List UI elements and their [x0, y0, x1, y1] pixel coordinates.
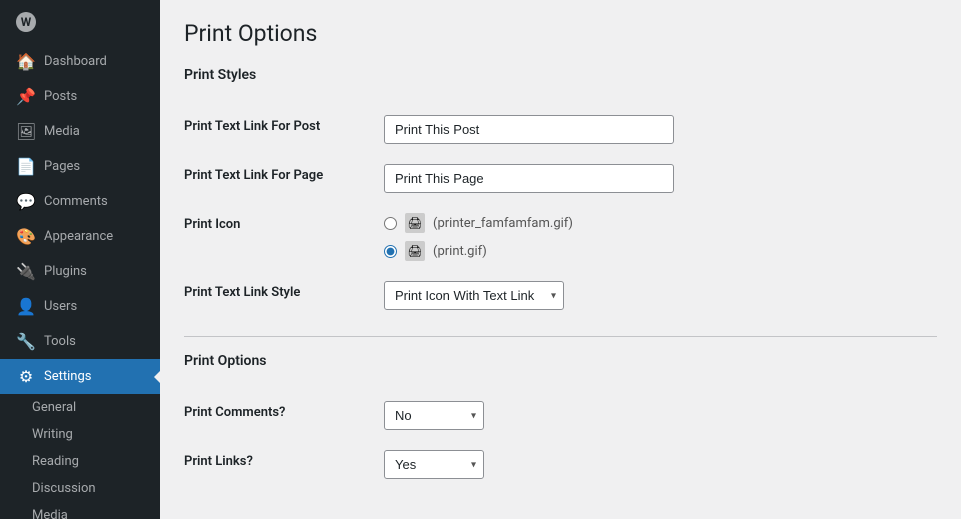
users-icon: 👤: [16, 297, 36, 316]
print-text-link-post-input[interactable]: [384, 115, 674, 144]
sidebar-item-label: Posts: [44, 89, 77, 104]
printer-famfam-icon: 🖨: [405, 213, 425, 233]
table-row: Print Comments? No Yes ▾: [184, 391, 937, 440]
print-styles-table: Print Text Link For Post Print Text Link…: [184, 105, 937, 320]
print-comments-wrapper: No Yes ▾: [384, 401, 484, 430]
print-gif-icon: 🖨: [405, 241, 425, 261]
print-icon-radio-group: 🖨 (printer_famfamfam.gif) 🖨 (print.gif): [384, 213, 937, 261]
field-label-comments: Print Comments?: [184, 391, 384, 440]
sidebar-item-pages[interactable]: 📄 Pages: [0, 149, 160, 184]
field-cell-post: [384, 105, 937, 154]
sidebar-item-tools[interactable]: 🔧 Tools: [0, 324, 160, 359]
plugins-icon: 🔌: [16, 262, 36, 281]
field-cell-style: Print Icon With Text Link Text Link Only…: [384, 271, 937, 320]
sidebar-item-plugins[interactable]: 🔌 Plugins: [0, 254, 160, 289]
print-icon-label-2: (print.gif): [433, 244, 487, 259]
sidebar-item-label: Users: [44, 299, 77, 314]
sidebar-item-users[interactable]: 👤 Users: [0, 289, 160, 324]
wp-logo: W: [0, 0, 160, 44]
sidebar-item-dashboard[interactable]: 🏠 Dashboard: [0, 44, 160, 79]
sidebar-item-settings[interactable]: ⚙ Settings: [0, 359, 160, 394]
tools-icon: 🔧: [16, 332, 36, 351]
radio-row-2: 🖨 (print.gif): [384, 241, 937, 261]
print-text-link-style-wrapper: Print Icon With Text Link Text Link Only…: [384, 281, 564, 310]
sidebar-item-label: Comments: [44, 194, 108, 209]
submenu-discussion[interactable]: Discussion: [0, 475, 160, 502]
submenu-media-sub[interactable]: Media: [0, 502, 160, 519]
print-comments-select[interactable]: No Yes: [384, 401, 484, 430]
settings-icon: ⚙: [16, 367, 36, 386]
comments-icon: 💬: [16, 192, 36, 211]
print-text-link-page-input[interactable]: [384, 164, 674, 193]
field-cell-comments: No Yes ▾: [384, 391, 937, 440]
section-print-styles-title: Print Styles: [184, 67, 937, 89]
field-label-post: Print Text Link For Post: [184, 105, 384, 154]
print-options-table: Print Comments? No Yes ▾ Print Links?: [184, 391, 937, 489]
print-links-select[interactable]: No Yes: [384, 450, 484, 479]
field-cell-icon: 🖨 (printer_famfamfam.gif) 🖨 (print.gif): [384, 203, 937, 271]
sidebar-item-appearance[interactable]: 🎨 Appearance: [0, 219, 160, 254]
dashboard-icon: 🏠: [16, 52, 36, 71]
sidebar-item-posts[interactable]: 📌 Posts: [0, 79, 160, 114]
settings-submenu: General Writing Reading Discussion Media: [0, 394, 160, 519]
table-row: Print Text Link For Page: [184, 154, 937, 203]
table-row: Print Links? No Yes ▾: [184, 440, 937, 489]
sidebar-item-label: Appearance: [44, 229, 113, 244]
page-title: Print Options: [184, 20, 937, 47]
table-row: Print Icon 🖨 (printer_famfamfam.gif) 🖨 (…: [184, 203, 937, 271]
print-icon-label-1: (printer_famfamfam.gif): [433, 216, 573, 231]
sidebar-item-label: Settings: [44, 369, 91, 384]
radio-row-1: 🖨 (printer_famfamfam.gif): [384, 213, 937, 233]
field-label-links: Print Links?: [184, 440, 384, 489]
wp-logo-icon: W: [16, 12, 36, 32]
sidebar: W 🏠 Dashboard 📌 Posts 🖼 Media 📄 Pages 💬 …: [0, 0, 160, 519]
field-cell-page: [384, 154, 937, 203]
print-text-link-style-select[interactable]: Print Icon With Text Link Text Link Only…: [384, 281, 564, 310]
section-print-options-title: Print Options: [184, 353, 937, 375]
sidebar-item-label: Pages: [44, 159, 80, 174]
print-links-wrapper: No Yes ▾: [384, 450, 484, 479]
posts-icon: 📌: [16, 87, 36, 106]
field-label-icon: Print Icon: [184, 203, 384, 271]
sidebar-item-comments[interactable]: 💬 Comments: [0, 184, 160, 219]
table-row: Print Text Link For Post: [184, 105, 937, 154]
field-cell-links: No Yes ▾: [384, 440, 937, 489]
submenu-reading[interactable]: Reading: [0, 448, 160, 475]
submenu-writing[interactable]: Writing: [0, 421, 160, 448]
sidebar-item-label: Plugins: [44, 264, 87, 279]
sidebar-item-label: Tools: [44, 334, 76, 349]
field-label-style: Print Text Link Style: [184, 271, 384, 320]
submenu-general[interactable]: General: [0, 394, 160, 421]
sidebar-item-label: Media: [44, 124, 80, 139]
table-row: Print Text Link Style Print Icon With Te…: [184, 271, 937, 320]
print-icon-radio-2[interactable]: [384, 245, 397, 258]
main-content: Print Options Print Styles Print Text Li…: [160, 0, 961, 519]
sidebar-item-label: Dashboard: [44, 54, 107, 69]
section-divider: [184, 336, 937, 337]
pages-icon: 📄: [16, 157, 36, 176]
print-icon-radio-1[interactable]: [384, 217, 397, 230]
appearance-icon: 🎨: [16, 227, 36, 246]
sidebar-item-media[interactable]: 🖼 Media: [0, 114, 160, 149]
media-icon: 🖼: [16, 122, 36, 141]
field-label-page: Print Text Link For Page: [184, 154, 384, 203]
